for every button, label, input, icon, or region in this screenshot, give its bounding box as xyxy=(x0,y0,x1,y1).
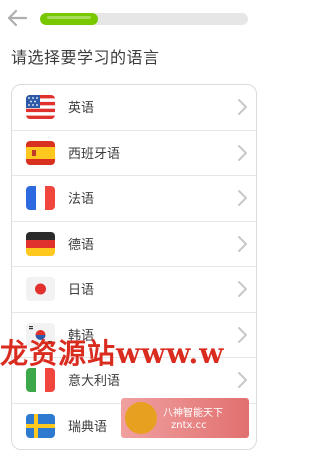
japan-flag-icon xyxy=(26,277,55,301)
sweden-flag-icon xyxy=(26,413,55,438)
language-item-spanish[interactable]: 西班牙语 xyxy=(12,131,256,176)
chevron-right-icon xyxy=(238,190,247,206)
chevron-right-icon xyxy=(238,235,247,252)
chevron-right-icon xyxy=(238,372,247,388)
hand-gesture-icon xyxy=(125,402,157,434)
chevron-right-icon xyxy=(238,326,247,343)
watermark-badge-title: 八神智能天下 xyxy=(163,408,223,419)
language-list: 英语 西班牙语 法语 德语 日语 韩语 意大利语 瑞典语 xyxy=(11,84,257,450)
language-label: 英语 xyxy=(68,101,95,116)
chevron-right-icon xyxy=(238,281,247,297)
language-item-english[interactable]: 英语 xyxy=(12,85,256,131)
france-flag-icon xyxy=(26,186,55,210)
language-label: 德语 xyxy=(68,237,95,253)
language-item-french[interactable]: 法语 xyxy=(12,176,256,222)
language-item-japanese[interactable]: 日语 xyxy=(12,267,256,313)
watermark-badge: 八神智能天下 zntx.cc xyxy=(121,398,249,438)
back-button[interactable] xyxy=(6,8,28,28)
chevron-right-icon xyxy=(238,144,247,161)
spain-flag-icon xyxy=(26,140,55,165)
language-label: 日语 xyxy=(68,283,95,298)
language-label: 法语 xyxy=(68,192,95,207)
germany-flag-icon xyxy=(26,231,55,256)
watermark-text: 龙资源站www.w xyxy=(0,337,225,370)
watermark-badge-url: zntx.cc xyxy=(171,420,207,431)
progress-fill xyxy=(40,13,99,25)
page-title: 请选择要学习的语言 xyxy=(11,48,160,67)
us-flag-icon xyxy=(26,95,55,119)
top-bar xyxy=(0,0,262,38)
chevron-right-icon xyxy=(238,99,247,115)
language-label: 西班牙语 xyxy=(68,146,121,162)
language-label: 意大利语 xyxy=(68,374,121,389)
language-item-german[interactable]: 德语 xyxy=(12,222,256,267)
language-label: 瑞典语 xyxy=(68,419,108,435)
progress-bar xyxy=(40,13,248,25)
arrow-left-icon xyxy=(7,9,28,27)
